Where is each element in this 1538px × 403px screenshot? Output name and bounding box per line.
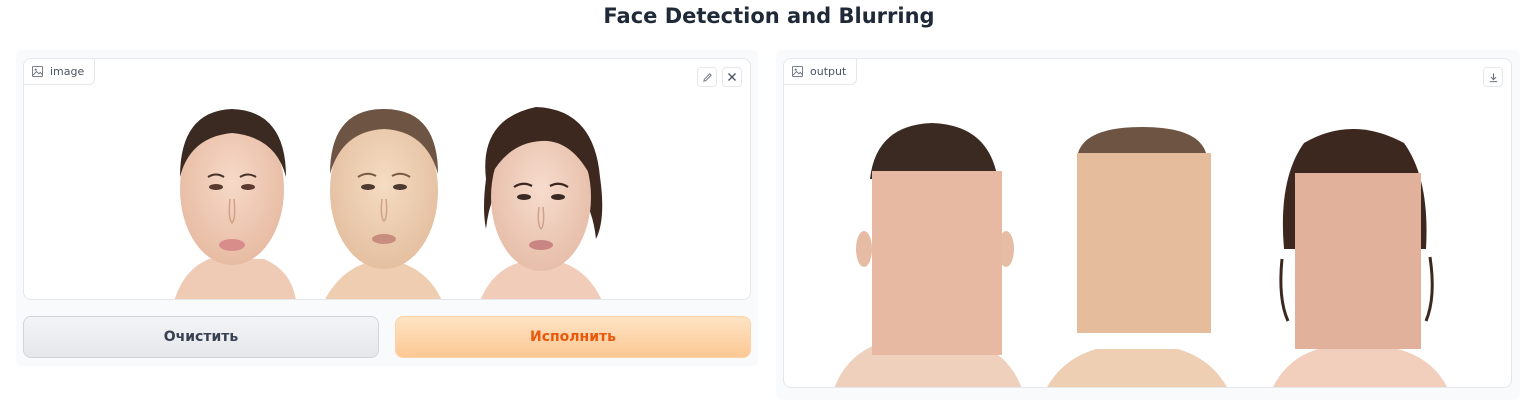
image-input[interactable]: image	[23, 58, 751, 300]
image-label-text: image	[50, 65, 85, 78]
close-icon[interactable]	[722, 67, 742, 87]
submit-button[interactable]: Исполнить	[395, 316, 751, 358]
input-photo	[174, 107, 603, 299]
image-icon	[792, 66, 803, 77]
clear-button[interactable]: Очистить	[23, 316, 379, 358]
image-icon	[32, 66, 43, 77]
download-icon[interactable]	[1483, 67, 1503, 87]
image-output: output	[783, 58, 1512, 388]
pencil-icon[interactable]	[697, 67, 717, 87]
output-label: output	[784, 59, 858, 85]
image-label: image	[24, 59, 96, 85]
blur-box	[872, 171, 1002, 355]
page-title: Face Detection and Blurring	[603, 4, 935, 28]
input-panel: image Очистить Исполнить	[16, 50, 758, 366]
blur-box	[1077, 153, 1211, 333]
blur-box	[1295, 173, 1421, 349]
output-photo	[834, 123, 1447, 387]
output-panel: output	[776, 50, 1520, 400]
output-label-text: output	[810, 65, 847, 78]
